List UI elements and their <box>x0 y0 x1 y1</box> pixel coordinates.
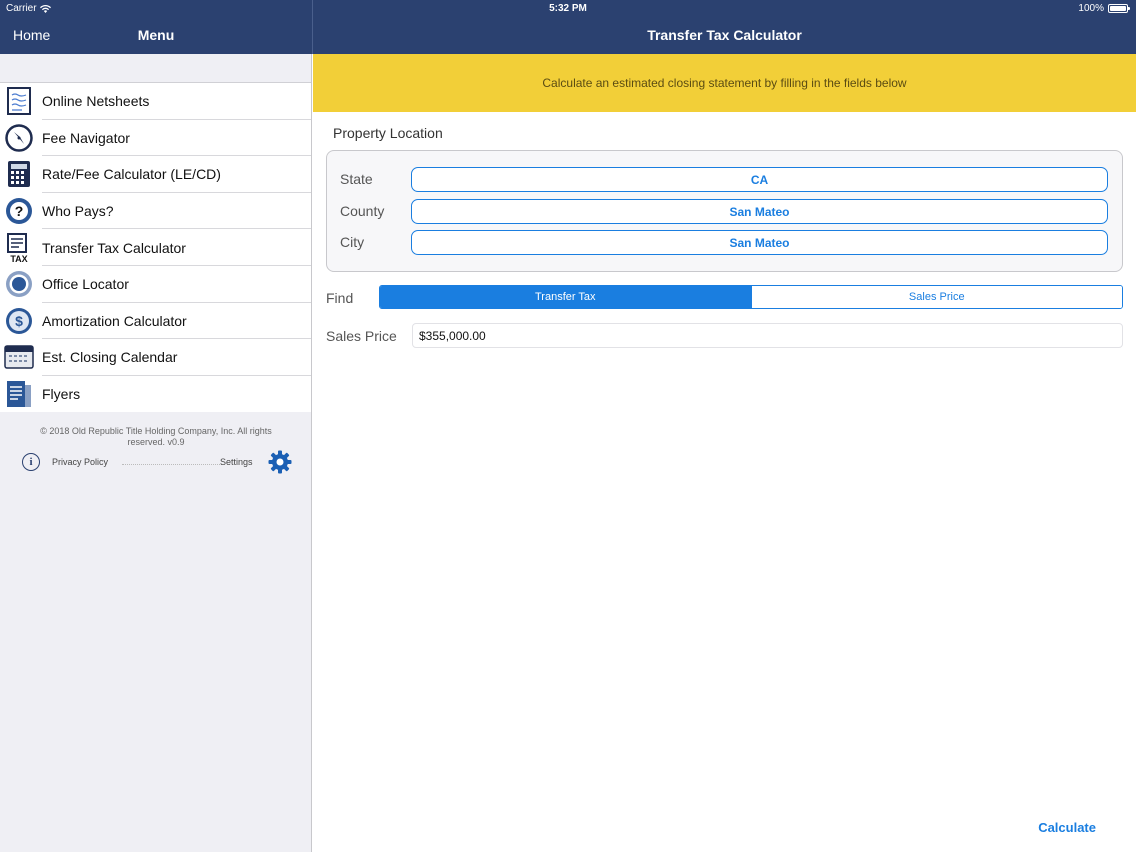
sidebar-item-online-netsheets[interactable]: Online Netsheets <box>0 83 311 120</box>
sidebar-item-amortization-calculator[interactable]: $ Amortization Calculator <box>0 303 311 340</box>
sales-price-input[interactable]: $355,000.00 <box>412 323 1123 348</box>
sidebar-item-rate-fee-calculator[interactable]: Rate/Fee Calculator (LE/CD) <box>0 156 311 193</box>
copyright-text: © 2018 Old Republic Title Holding Compan… <box>40 426 272 447</box>
sidebar-item-label: Rate/Fee Calculator (LE/CD) <box>42 166 221 183</box>
calendar-icon <box>4 342 34 372</box>
gear-icon[interactable] <box>268 450 292 474</box>
settings-link[interactable]: Settings <box>220 457 253 467</box>
svg-text:TAX: TAX <box>10 254 27 263</box>
city-label: City <box>340 234 365 250</box>
dollar-icon: $ <box>4 306 34 336</box>
battery-percent: 100% <box>1078 3 1104 14</box>
sidebar-item-fee-navigator[interactable]: Fee Navigator <box>0 120 311 157</box>
svg-text:?: ? <box>15 203 24 219</box>
sidebar-nav: Home Menu <box>0 18 312 54</box>
property-location-box: State CA County San Mateo City San Mateo <box>326 150 1123 272</box>
calculate-button[interactable]: Calculate <box>1038 820 1096 835</box>
sales-price-label: Sales Price <box>326 328 397 344</box>
footer-links: i Privacy Policy Settings <box>22 450 294 474</box>
city-picker[interactable]: San Mateo <box>411 230 1108 255</box>
sidebar-item-label: Fee Navigator <box>42 129 130 146</box>
tax-icon: TAX <box>4 232 34 263</box>
county-label: County <box>340 203 385 219</box>
status-time: 5:32 PM <box>549 3 587 14</box>
county-picker[interactable]: San Mateo <box>411 199 1108 224</box>
question-icon: ? <box>4 196 34 226</box>
battery-icon <box>1108 4 1130 13</box>
sidebar-item-transfer-tax-calculator[interactable]: TAX Transfer Tax Calculator <box>0 229 311 266</box>
sidebar-item-closing-calendar[interactable]: Est. Closing Calendar <box>0 339 311 376</box>
top-bar: Carrier 5:32 PM 100% Home Menu Transfer … <box>0 0 1136 54</box>
sidebar: Online Netsheets Fee Navigator Rate/Fee … <box>0 54 312 852</box>
segment-transfer-tax[interactable]: Transfer Tax <box>380 286 751 308</box>
county-row: County San Mateo <box>327 199 1124 225</box>
calculator-icon <box>4 159 34 189</box>
page-title: Transfer Tax Calculator <box>647 27 802 43</box>
sidebar-item-label: Who Pays? <box>42 203 114 220</box>
state-row: State CA <box>327 167 1124 193</box>
footer-divider <box>122 464 222 465</box>
netsheet-icon <box>4 86 34 116</box>
location-icon <box>4 269 34 299</box>
state-label: State <box>340 171 373 187</box>
sidebar-item-label: Online Netsheets <box>42 93 150 110</box>
menu-list: Online Netsheets Fee Navigator Rate/Fee … <box>0 82 311 413</box>
info-icon[interactable]: i <box>22 453 40 471</box>
compass-icon <box>4 123 34 153</box>
flyer-icon <box>4 379 34 409</box>
sidebar-item-office-locator[interactable]: Office Locator <box>0 266 311 303</box>
menu-title: Menu <box>137 27 175 43</box>
state-picker[interactable]: CA <box>411 167 1108 192</box>
battery-info: 100% <box>1078 3 1130 14</box>
sidebar-item-label: Transfer Tax Calculator <box>42 239 186 256</box>
instruction-banner: Calculate an estimated closing statement… <box>313 54 1136 112</box>
privacy-policy-link[interactable]: Privacy Policy <box>52 457 108 467</box>
find-segmented-control: Transfer Tax Sales Price <box>379 285 1123 309</box>
segment-sales-price[interactable]: Sales Price <box>750 286 1122 308</box>
find-label: Find <box>326 290 354 306</box>
sidebar-item-label: Office Locator <box>42 276 129 293</box>
sidebar-item-label: Amortization Calculator <box>42 312 187 329</box>
city-row: City San Mateo <box>327 230 1124 256</box>
property-location-title: Property Location <box>333 125 443 141</box>
status-bar: Carrier 5:32 PM 100% <box>0 0 1136 18</box>
sidebar-item-who-pays[interactable]: ? Who Pays? <box>0 193 311 230</box>
sidebar-item-label: Flyers <box>42 386 81 403</box>
sidebar-item-label: Est. Closing Calendar <box>42 349 178 366</box>
svg-text:$: $ <box>15 313 23 329</box>
sidebar-item-flyers[interactable]: Flyers <box>0 376 311 413</box>
main-content: Calculate an estimated closing statement… <box>313 54 1136 852</box>
